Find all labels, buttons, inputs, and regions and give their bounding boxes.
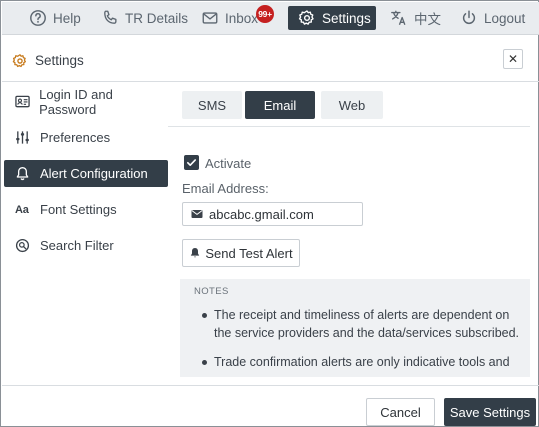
send-test-alert-label: Send Test Alert [205,245,293,261]
envelope-icon [202,12,218,24]
cancel-button[interactable]: Cancel [366,398,435,426]
sidebar-item-login[interactable]: Login ID and Password [4,86,168,117]
settings-sidebar: Login ID and Password Preferences Alert … [2,82,168,385]
tab-sms[interactable]: SMS [182,91,242,119]
notes-title: NOTES [194,286,229,297]
gear-icon [298,10,314,25]
power-icon [462,10,476,25]
nav-help-label: Help [53,10,81,26]
sliders-icon [16,131,29,144]
email-address-input[interactable]: abcabc.gmail.com [182,202,363,226]
gear-icon [12,54,26,68]
sidebar-item-label: Preferences [40,130,111,145]
checkmark-icon [187,159,196,166]
phone-icon [104,10,117,24]
tab-email[interactable]: Email [245,91,315,119]
activate-checkbox[interactable] [184,155,199,170]
translate-icon [391,10,406,25]
nav-help[interactable]: Help [29,6,81,30]
tab-web[interactable]: Web [321,91,383,119]
envelope-icon [191,210,203,218]
note-item: The receipt and timeliness of alerts are… [202,308,520,340]
nav-logout[interactable]: Logout [460,6,525,30]
sidebar-item-label: Alert Configuration [40,166,148,181]
dialog-header: Settings ✕ [2,45,539,77]
nav-tr-details-label: TR Details [125,10,189,26]
sidebar-item-alert-configuration[interactable]: Alert Configuration [4,160,168,187]
bell-icon [191,248,200,258]
inbox-count-badge: 99+ [256,5,274,23]
sidebar-item-label: Font Settings [40,202,117,217]
sidebar-item-preferences[interactable]: Preferences [4,124,168,151]
alert-configuration-panel: SMS Email Web Activate Email Address: ab… [168,82,530,377]
sidebar-item-label: Search Filter [40,238,114,253]
sidebar-item-font-settings[interactable]: Aa Font Settings [4,196,168,223]
settings-window: Help TR Details Inbox 99+ Settings 中文 Lo… [0,0,539,427]
id-card-icon [15,95,30,108]
font-icon: Aa [15,203,29,216]
sidebar-item-label: Login ID and Password [39,86,113,117]
footer-divider [2,385,539,386]
top-nav-bar: Help TR Details Inbox 99+ Settings 中文 Lo… [2,2,539,35]
search-icon [15,238,30,253]
email-address-label: Email Address: [182,181,269,196]
notes-panel: NOTES The receipt and timeliness of aler… [180,279,530,377]
tab-divider [168,126,530,127]
nav-tr-details[interactable]: TR Details [101,6,188,30]
nav-inbox[interactable]: Inbox [201,6,258,30]
help-icon [30,10,46,26]
nav-language-label: 中文 [414,12,441,27]
nav-logout-label: Logout [484,10,526,26]
activate-label: Activate [205,156,252,171]
send-test-alert-button[interactable]: Send Test Alert [182,239,300,267]
bell-icon [16,167,29,181]
note-item: Trade confirmation alerts are only indic… [202,353,520,377]
sidebar-item-search-filter[interactable]: Search Filter [4,232,168,259]
close-icon: ✕ [507,52,519,66]
nav-inbox-label: Inbox [225,10,259,26]
save-settings-button[interactable]: Save Settings [444,398,536,426]
email-address-value: abcabc.gmail.com [209,206,314,222]
nav-settings-label: Settings [322,10,371,26]
nav-settings[interactable]: Settings [288,6,376,30]
close-button[interactable]: ✕ [503,49,523,69]
dialog-title: Settings [35,53,84,68]
nav-language[interactable]: 中文 [390,6,441,30]
